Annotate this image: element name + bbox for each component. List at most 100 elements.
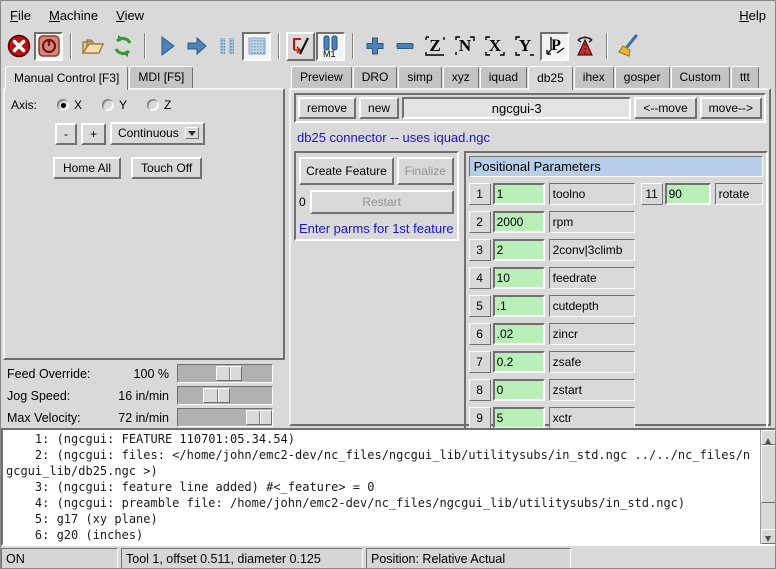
tab-manual-control[interactable]: Manual Control [F3] [5,66,128,90]
step-button[interactable] [182,32,211,61]
pause-icon [215,34,239,58]
tab-mdi[interactable]: MDI [F5] [129,66,193,88]
axis-window: File Machine View Help [0,0,776,569]
touch-off-button[interactable]: Touch Off [131,157,202,179]
param-entry-zincr[interactable] [493,323,545,345]
position-status: Position: Relative Actual [366,548,571,569]
rotate-view-button[interactable] [570,32,599,61]
view-perspective-button[interactable]: P [540,32,569,61]
tab-custom[interactable]: Custom [671,66,730,88]
zoom-out-button[interactable] [390,32,419,61]
view-x-button[interactable]: X [480,32,509,61]
axis-label: Axis: [11,98,37,112]
new-button[interactable]: new [359,97,399,119]
tab-ihex[interactable]: ihex [574,66,614,88]
view-y-button[interactable]: Y [510,32,539,61]
axis-radio-z[interactable]: Z [147,98,171,112]
param-entry-zstart[interactable] [493,379,545,401]
param-name: toolno [549,183,635,205]
menu-file[interactable]: File [1,3,40,28]
max-velocity-slider[interactable] [177,408,273,427]
manual-control-content: Axis: X Y Z - + Continuous [3,88,285,360]
axis-radio-y[interactable]: Y [102,98,127,112]
machine-power-icon [37,34,61,58]
move-right-button[interactable]: move--> [700,97,762,119]
max-velocity-label: Max Velocity: [3,411,95,425]
remove-button[interactable]: remove [298,97,356,119]
param-name: zincr [549,323,635,345]
machine-power-button[interactable] [34,32,63,61]
svg-text:M1: M1 [323,49,336,58]
pause-button[interactable] [212,32,241,61]
estop-button[interactable] [4,32,33,61]
max-velocity-slider-handle[interactable] [246,410,272,425]
tab-ttt[interactable]: ttt [731,66,759,88]
scroll-down-icon[interactable] [761,529,776,544]
run-button[interactable] [152,32,181,61]
param-number: 8 [469,379,491,401]
param-entry-xctr[interactable] [493,407,545,429]
feed-override-slider[interactable] [177,364,273,383]
jog-speed-slider[interactable] [177,386,273,405]
tab-dro[interactable]: DRO [353,66,398,88]
manual-control-panel: Manual Control [F3] MDI [F5] Axis: X Y Z [3,63,287,428]
jog-plus-button[interactable]: + [81,123,106,145]
radio-z-indicator[interactable] [147,99,159,111]
tab-gosper[interactable]: gosper [615,66,670,88]
tab-preview[interactable]: Preview [291,66,352,88]
param-number: 4 [469,267,491,289]
param-entry-cutdepth[interactable] [493,295,545,317]
restart-button[interactable]: Restart [310,190,454,214]
menu-help[interactable]: Help [730,3,775,28]
move-left-button[interactable]: <--move [634,97,696,119]
param-rows: 1toolno11rotate2rpm32conv|3climb4feedrat… [469,183,763,457]
view-z-button[interactable]: Z [420,32,449,61]
clear-plot-button[interactable] [614,32,643,61]
jog-minus-button[interactable]: - [55,123,77,145]
param-entry-rpm[interactable] [493,211,545,233]
create-feature-button[interactable]: Create Feature [299,157,394,185]
param-entry-zsafe[interactable] [493,351,545,373]
tab-db25[interactable]: db25 [528,66,573,90]
ngcgui-name-entry[interactable] [402,97,631,119]
zoom-in-button[interactable] [360,32,389,61]
radio-x-indicator[interactable] [57,99,69,111]
param-entry-feedrate[interactable] [493,267,545,289]
feed-override-slider-handle[interactable] [216,366,242,381]
open-file-button[interactable] [78,32,107,61]
param-entry-toolno[interactable] [493,183,545,205]
radio-y-indicator[interactable] [102,99,114,111]
view-z-rotated-button[interactable]: N [450,32,479,61]
max-velocity-value: 72 in/min [95,411,177,425]
scrollbar-thumb[interactable] [761,445,776,503]
tab-simp[interactable]: simp [398,66,441,88]
log-scrollbar[interactable] [760,430,775,544]
status-bar: ON Tool 1, offset 0.511, diameter 0.125 … [1,547,776,569]
feed-override-value: 100 % [95,367,177,381]
jog-mode-dropdown[interactable]: Continuous [110,122,205,145]
feature-frame: Create Feature Finalize 0 Restart Enter … [294,151,459,241]
optional-pause-button[interactable]: M1 [316,32,345,61]
param-entry-2conv|3climb[interactable] [493,239,545,261]
gcode-log-area[interactable]: 1: (ngcgui: FEATURE 110701:05.34.54) 2: … [1,428,776,546]
finalize-button[interactable]: Finalize [397,157,454,185]
toolbar-separator [144,33,146,59]
tab-iquad[interactable]: iquad [480,66,527,88]
ngcgui-controls: remove new <--move move--> [294,93,766,123]
toolbar: M1 Z N X [1,29,775,63]
menu-machine[interactable]: Machine [40,3,107,28]
param-row: 9xctr [469,407,763,429]
menu-view[interactable]: View [107,3,153,28]
svg-text:X: X [488,36,501,55]
jog-speed-slider-handle[interactable] [203,388,229,403]
svg-text:Y: Y [518,36,530,55]
axis-radio-x[interactable]: X [57,98,82,112]
home-all-button[interactable]: Home All [53,157,121,179]
param-entry-rotate[interactable] [665,183,711,205]
skip-lines-button[interactable] [286,32,315,61]
reload-button[interactable] [108,32,137,61]
scroll-up-icon[interactable] [761,430,776,445]
tab-xyz[interactable]: xyz [443,66,479,88]
stop-button[interactable] [242,32,271,61]
view-z-icon: Z [423,34,447,58]
